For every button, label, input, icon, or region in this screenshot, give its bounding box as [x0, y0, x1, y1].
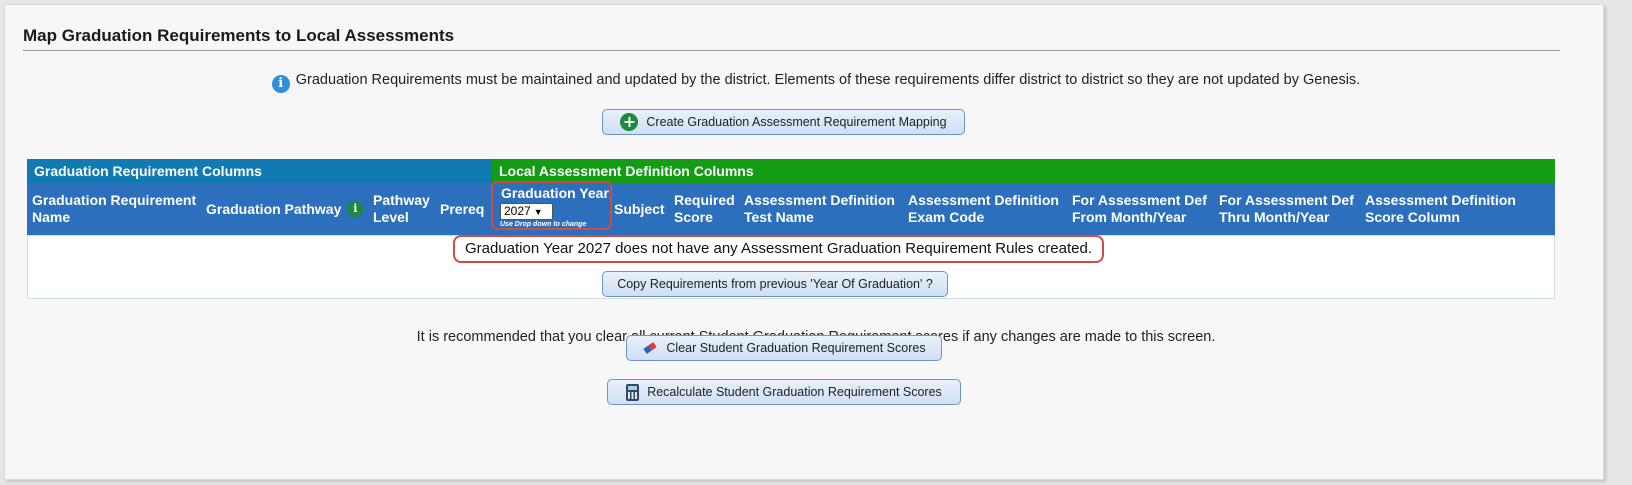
column-header-row: Graduation Requirement Name Graduation Pa…	[27, 183, 1555, 235]
clear-scores-button[interactable]: Clear Student Graduation Requirement Sco…	[626, 335, 942, 361]
copy-requirements-button[interactable]: Copy Requirements from previous 'Year Of…	[602, 271, 948, 297]
local-assessment-columns-header: Local Assessment Definition Columns	[492, 159, 1555, 183]
create-mapping-button[interactable]: + Create Graduation Assessment Requireme…	[602, 109, 965, 135]
info-icon: i	[271, 75, 290, 93]
recalculate-scores-button[interactable]: Recalculate Student Graduation Requireme…	[607, 379, 961, 405]
title-divider	[23, 50, 1563, 51]
eraser-icon	[643, 342, 658, 354]
page-title: Map Graduation Requirements to Local Ass…	[23, 26, 455, 45]
col-subject: Subject	[614, 200, 665, 217]
col-exam-code: Assessment Definition Exam Code	[908, 192, 1059, 225]
col-score-column: Assessment Definition Score Column	[1365, 192, 1516, 225]
col-test-name: Assessment Definition Test Name	[744, 192, 895, 225]
pathway-info-icon[interactable]: i	[347, 201, 364, 217]
recalculate-scores-label: Recalculate Student Graduation Requireme…	[647, 385, 942, 399]
empty-rules-message: Graduation Year 2027 does not have any A…	[453, 235, 1104, 263]
graduation-columns-header: Graduation Requirement Columns	[27, 159, 492, 183]
graduation-year-label: Graduation Year	[501, 185, 609, 201]
col-graduation-pathway: Graduation Pathway i	[206, 183, 364, 235]
graduation-year-select[interactable]: 2027 ▼	[500, 203, 553, 220]
col-thru-month-year: For Assessment Def Thru Month/Year	[1219, 192, 1354, 225]
col-required-score: Required Score	[674, 192, 735, 225]
col-requirement-name: Graduation Requirement Name	[32, 192, 197, 225]
col-from-month-year: For Assessment Def From Month/Year	[1072, 192, 1207, 225]
calculator-icon	[626, 383, 640, 401]
col-pathway-level: Pathway Level	[373, 192, 430, 225]
create-mapping-label: Create Graduation Assessment Requirement…	[646, 115, 947, 129]
graduation-year-hint: Use Drop down to change	[500, 221, 587, 228]
plus-icon: +	[620, 113, 639, 131]
graduation-year-column: Graduation Year 2027 ▼ Use Drop down to c…	[491, 181, 612, 230]
clear-scores-label: Clear Student Graduation Requirement Sco…	[666, 341, 926, 355]
chevron-down-icon: ▼	[533, 207, 543, 217]
col-prereq: Prereq	[440, 200, 485, 217]
info-message: i Graduation Requirements must be maintai…	[0, 72, 1632, 93]
info-text: Graduation Requirements must be maintain…	[295, 72, 1361, 88]
